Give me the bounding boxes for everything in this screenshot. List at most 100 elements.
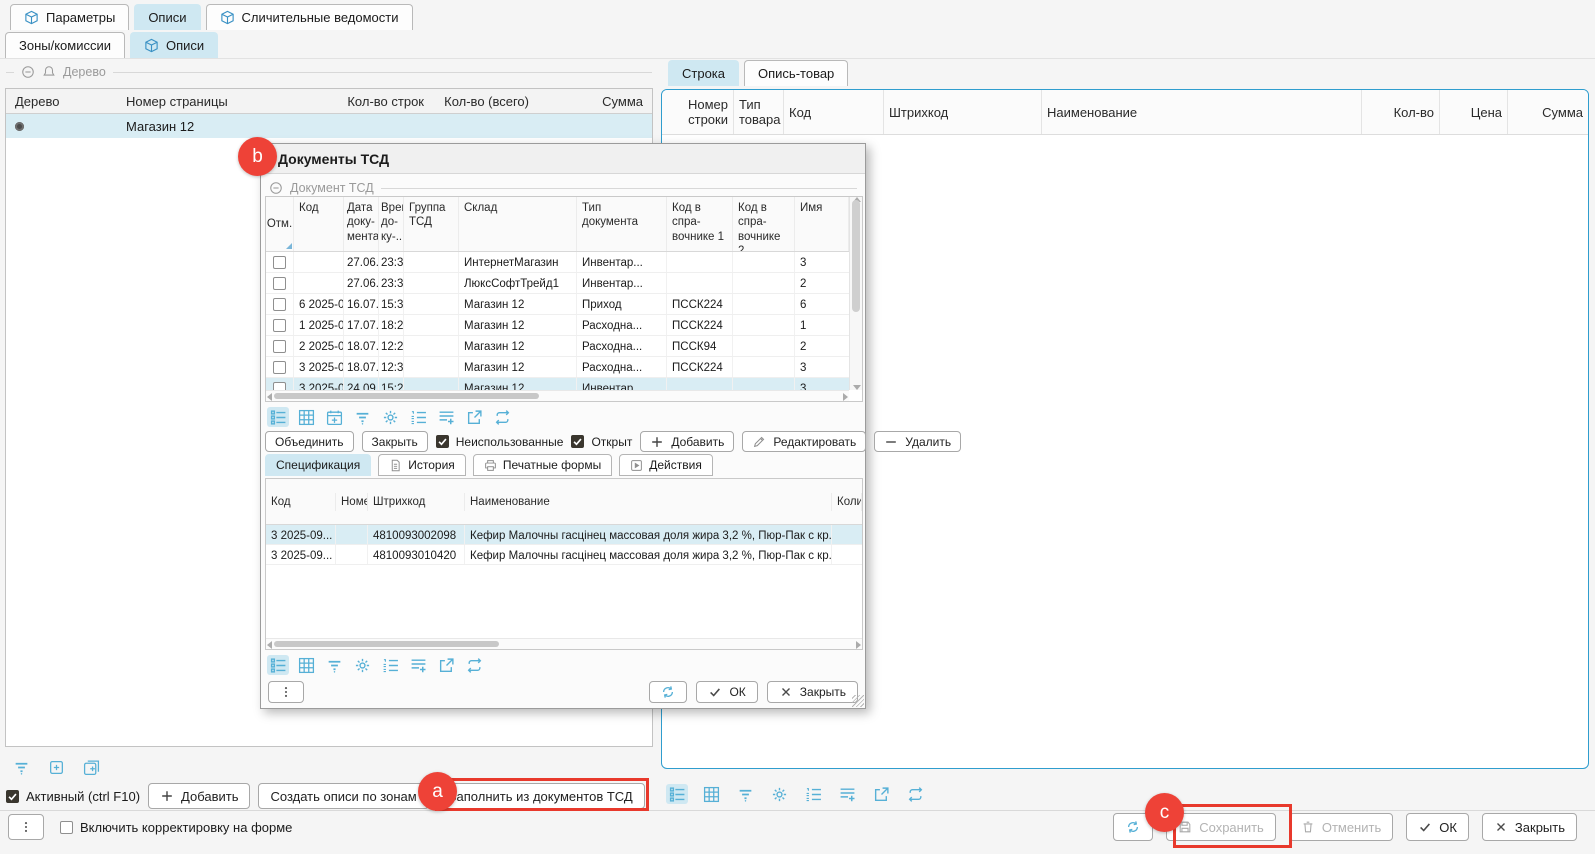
merge-button[interactable]: Объединить bbox=[265, 431, 354, 452]
add-document-button[interactable]: Добавить bbox=[640, 431, 734, 452]
refresh-loop-icon[interactable] bbox=[463, 655, 485, 675]
ok-button[interactable]: ОК bbox=[1406, 813, 1469, 841]
tab-inventories[interactable]: Описи bbox=[134, 4, 200, 30]
horizontal-scrollbar[interactable] bbox=[266, 638, 862, 649]
open-checkbox[interactable] bbox=[571, 435, 584, 448]
column-header-quantity[interactable]: Кол-во bbox=[1362, 90, 1440, 134]
settings-icon[interactable] bbox=[351, 655, 373, 675]
column-header-ref-code-1[interactable]: Код в спра- вочнике 1 bbox=[667, 197, 733, 251]
table-row[interactable]: 27.06.2423:36ЛюксСофтТрейд1Инвентар...2 bbox=[266, 273, 849, 294]
append-rows-icon[interactable] bbox=[407, 655, 429, 675]
column-header-tsd-group[interactable]: Группа ТСД bbox=[404, 197, 459, 251]
table-row[interactable]: 27.06.2423:31ИнтернетМагазинИнвентар...3 bbox=[266, 252, 849, 273]
column-header-quantity[interactable]: Количе bbox=[832, 493, 862, 511]
tab-actions[interactable]: Действия bbox=[619, 454, 713, 476]
refresh-loop-icon[interactable] bbox=[904, 784, 926, 804]
table-row[interactable]: 3 2025-09...24.09.2515:23Магазин 12Инвен… bbox=[266, 378, 849, 390]
column-header-line-number[interactable]: Номер строки bbox=[662, 90, 734, 134]
tab-history[interactable]: История bbox=[378, 454, 466, 476]
tab-specification[interactable]: Спецификация bbox=[265, 454, 371, 476]
column-header-doc-type[interactable]: Тип документа bbox=[577, 197, 667, 251]
calendar-icon[interactable] bbox=[323, 407, 345, 427]
refresh-loop-icon[interactable] bbox=[491, 407, 513, 427]
table-row[interactable]: Магазин 12 bbox=[6, 114, 652, 138]
numbered-list-icon[interactable] bbox=[407, 407, 429, 427]
add-button[interactable]: Добавить bbox=[148, 783, 250, 809]
scroll-down-icon[interactable] bbox=[853, 385, 861, 390]
row-checkbox[interactable] bbox=[273, 340, 286, 353]
table-row[interactable]: 3 2025-07...18.07.2512:39Магазин 12Расхо… bbox=[266, 357, 849, 378]
column-header-name[interactable]: Наименование bbox=[1042, 90, 1362, 134]
menu-button[interactable] bbox=[8, 814, 44, 840]
tab-line[interactable]: Строка bbox=[668, 60, 739, 86]
filter-icon[interactable] bbox=[323, 655, 345, 675]
grid-view-icon[interactable] bbox=[295, 655, 317, 675]
row-checkbox[interactable] bbox=[273, 277, 286, 290]
append-rows-icon[interactable] bbox=[836, 784, 858, 804]
scroll-left-icon[interactable] bbox=[267, 393, 272, 401]
horizontal-scrollbar[interactable] bbox=[266, 390, 849, 401]
column-header-name[interactable]: Имя bbox=[795, 197, 849, 251]
column-header-tree[interactable]: Дерево bbox=[6, 91, 121, 112]
list-view-icon[interactable] bbox=[666, 784, 688, 804]
column-header-item-type[interactable]: Тип товара bbox=[734, 90, 784, 134]
close-doc-button[interactable]: Закрыть bbox=[362, 431, 428, 452]
tab-parameters[interactable]: Параметры bbox=[10, 4, 129, 30]
column-header-name[interactable]: Наименование bbox=[465, 493, 832, 511]
filter-icon[interactable] bbox=[734, 784, 756, 804]
open-in-window-icon[interactable] bbox=[463, 407, 485, 427]
row-checkbox[interactable] bbox=[273, 361, 286, 374]
open-in-window-icon[interactable] bbox=[870, 784, 892, 804]
tab-comparison-sheets[interactable]: Сличительные ведомости bbox=[206, 4, 413, 30]
delete-document-button[interactable]: Удалить bbox=[874, 431, 961, 452]
column-header-ref-code-2[interactable]: Код в спра- вочнике 2 bbox=[733, 197, 795, 251]
scroll-right-icon[interactable] bbox=[843, 393, 848, 401]
settings-icon[interactable] bbox=[379, 407, 401, 427]
refresh-button[interactable] bbox=[649, 681, 687, 703]
create-by-zones-button[interactable]: Создать описи по зонам bbox=[258, 783, 428, 809]
column-header-barcode[interactable]: Штрихкод bbox=[884, 90, 1042, 134]
table-row[interactable]: 6 2025-07...16.07.2515:33Магазин 12Прихо… bbox=[266, 294, 849, 315]
column-header-row-count[interactable]: Кол-во строк bbox=[321, 91, 429, 112]
close-dialog-button[interactable]: Закрыть bbox=[767, 681, 858, 703]
menu-button[interactable] bbox=[268, 681, 304, 703]
list-view-icon[interactable] bbox=[267, 407, 289, 427]
table-row[interactable]: 3 2025-09...4810093002098Кефир Малочны г… bbox=[266, 525, 862, 545]
scrollbar-thumb[interactable] bbox=[274, 393, 539, 399]
settings-icon[interactable] bbox=[768, 784, 790, 804]
column-header-total-count[interactable]: Кол-во (всего) bbox=[429, 91, 534, 112]
add-multiple-boxes-icon[interactable] bbox=[80, 757, 102, 777]
grid-view-icon[interactable] bbox=[700, 784, 722, 804]
filter-icon[interactable] bbox=[10, 757, 32, 777]
column-header-code[interactable]: Код bbox=[294, 197, 344, 251]
column-header-sum[interactable]: Сумма bbox=[1508, 90, 1588, 134]
column-header-page-number[interactable]: Номер страницы bbox=[121, 91, 321, 112]
table-row[interactable]: 1 2025-07...17.07.2518:22Магазин 12Расхо… bbox=[266, 315, 849, 336]
column-header-doc-time[interactable]: Врем до- ку-... bbox=[379, 197, 404, 251]
vertical-scrollbar[interactable] bbox=[849, 197, 862, 390]
active-checkbox[interactable] bbox=[6, 790, 19, 803]
unused-checkbox[interactable] bbox=[436, 435, 449, 448]
scroll-right-icon[interactable] bbox=[856, 641, 861, 649]
scrollbar-thumb[interactable] bbox=[852, 200, 860, 312]
tab-print-forms[interactable]: Печатные формы bbox=[473, 454, 612, 476]
append-rows-icon[interactable] bbox=[435, 407, 457, 427]
column-header-code[interactable]: Код bbox=[266, 493, 336, 511]
add-box-icon[interactable] bbox=[45, 757, 67, 777]
column-header-doc-date[interactable]: Дата доку- мента bbox=[344, 197, 379, 251]
tab-zones-commissions[interactable]: Зоны/комиссии bbox=[5, 32, 125, 58]
filter-icon[interactable] bbox=[351, 407, 373, 427]
column-header-warehouse[interactable]: Склад bbox=[459, 197, 577, 251]
scrollbar-thumb[interactable] bbox=[274, 641, 499, 647]
tab-inventories-sub[interactable]: Описи bbox=[130, 32, 218, 58]
ok-button[interactable]: ОК bbox=[696, 681, 757, 703]
collapse-icon[interactable] bbox=[21, 65, 35, 79]
row-checkbox[interactable] bbox=[273, 382, 286, 391]
row-checkbox[interactable] bbox=[273, 298, 286, 311]
close-button[interactable]: Закрыть bbox=[1482, 813, 1577, 841]
resize-grip[interactable] bbox=[852, 695, 864, 707]
table-row[interactable]: 3 2025-09...4810093010420Кефир Малочны г… bbox=[266, 545, 862, 565]
edit-document-button[interactable]: Редактировать bbox=[742, 431, 866, 452]
column-header-code[interactable]: Код bbox=[784, 90, 884, 134]
form-correction-checkbox[interactable] bbox=[60, 821, 73, 834]
